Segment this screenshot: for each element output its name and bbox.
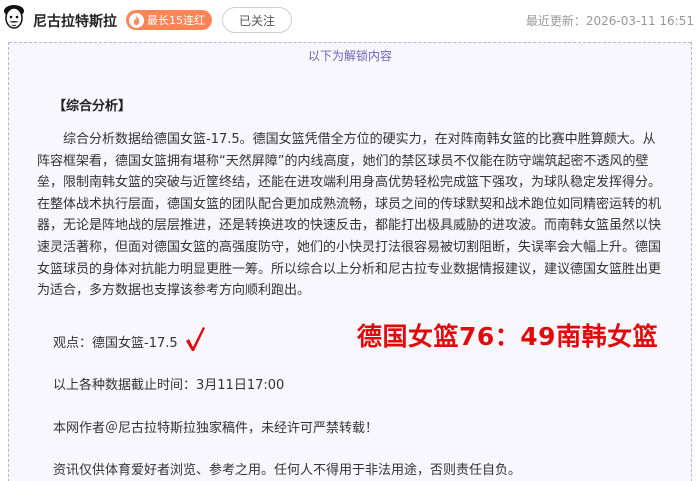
unlock-divider — [9, 42, 691, 43]
author-name[interactable]: 尼古拉特斯拉 — [33, 11, 117, 31]
data-cutoff-time: 以上各种数据截止时间：3月11日17:00 — [53, 378, 285, 393]
update-time: 最近更新：2026-03-11 16:51 — [525, 14, 694, 28]
article-header: 尼古拉特斯拉 最长15连红 已关注 最近更新：2026-03-11 16:51 — [0, 0, 698, 42]
disclaimer-text: 资讯仅供体育爱好者浏览、参考之用。任何人不得用于非法用途，否则责任自负。 — [53, 463, 522, 478]
flame-icon — [129, 12, 144, 28]
follow-button[interactable]: 已关注 — [222, 7, 292, 33]
check-mark-icon — [186, 327, 205, 351]
analysis-paragraph: 综合分析数据给德国女篮-17.5。德国女篮凭借全方位的硬实力，在对阵南韩女篮的比… — [37, 132, 662, 299]
avatar[interactable] — [2, 3, 26, 31]
match-result: 德国女篮76：49南韩女篮 — [357, 322, 659, 351]
unlock-label: 以下为解锁内容 — [307, 49, 392, 63]
viewpoint-text: 观点：德国女篮-17.5 — [53, 336, 178, 351]
section-heading: 【综合分析】 — [53, 99, 132, 114]
streak-badge: 最长15连红 — [126, 10, 212, 30]
copyright-notice: 本网作者＠尼古拉特斯拉独家稿件，未经许可严禁转载！ — [53, 421, 379, 436]
streak-badge-label: 最长15连红 — [147, 14, 205, 27]
